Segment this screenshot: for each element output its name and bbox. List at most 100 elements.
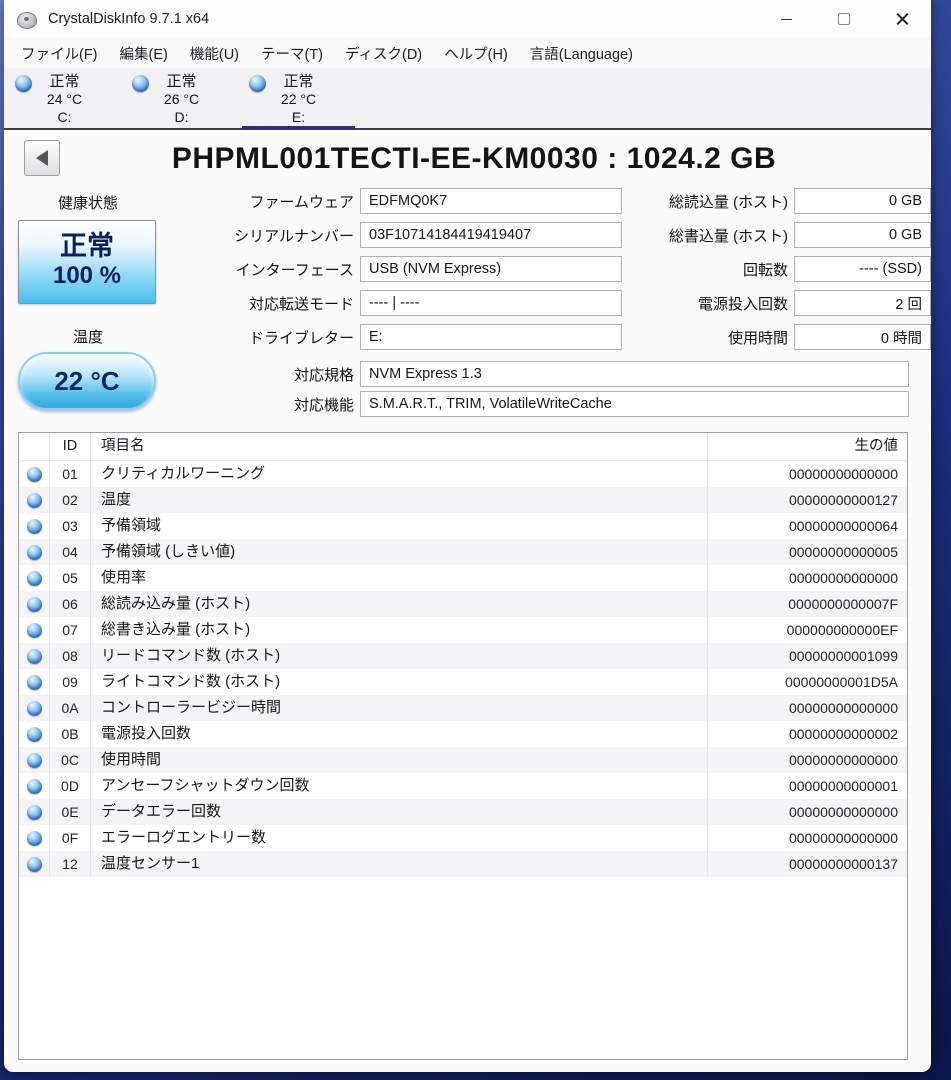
table-row[interactable]: 0B 電源投入回数 00000000000002 [19,721,907,747]
info-field: 総書込量 (ホスト) 0 GB [604,221,931,249]
status-cell [19,565,49,591]
attribute-name: 総読み込み量 (ホスト) [90,591,707,617]
attribute-raw-value: 00000000001099 [707,643,907,669]
health-orb-icon [27,493,42,508]
field-label: 回転数 [604,259,794,280]
info-field: ファームウェア EDFMQ0K7 [94,187,622,215]
id-column-header: ID [49,433,90,460]
menu-bar: ファイル(F) 編集(E) 機能(U) テーマ(T) ディスク(D) ヘルプ(H… [4,38,931,68]
attribute-raw-value: 000000000000EF [707,617,907,643]
table-row[interactable]: 06 総読み込み量 (ホスト) 0000000000007F [19,591,907,617]
attribute-name: 電源投入回数 [90,721,707,747]
status-cell [19,461,49,487]
attribute-name: 使用時間 [90,747,707,773]
attribute-name: 温度 [90,487,707,513]
close-icon [896,13,909,26]
info-field: 電源投入回数 2 回 [604,289,931,317]
attribute-raw-value: 00000000000000 [707,799,907,825]
table-row[interactable]: 01 クリティカルワーニング 00000000000000 [19,461,907,487]
maximize-button[interactable] [815,0,873,38]
attribute-name: クリティカルワーニング [90,461,707,487]
info-field: ドライブレター E: [94,323,622,351]
menu-item[interactable]: テーマ(T) [250,38,334,69]
attribute-id: 03 [49,513,90,539]
field-value: 0 時間 [794,324,931,350]
field-value: S.M.A.R.T., TRIM, VolatileWriteCache [360,391,909,417]
table-row[interactable]: 07 総書き込み量 (ホスト) 000000000000EF [19,617,907,643]
app-icon [16,8,38,30]
field-value: EDFMQ0K7 [360,188,622,214]
tab-temperature: 22 °C [240,91,357,108]
table-row[interactable]: 0F エラーログエントリー数 00000000000000 [19,825,907,851]
attribute-name: コントローラービジー時間 [90,695,707,721]
tab-drive-letter: D: [123,108,240,126]
table-row[interactable]: 0A コントローラービジー時間 00000000000000 [19,695,907,721]
status-cell [19,799,49,825]
smart-table-header: ID 項目名 生の値 [19,433,907,461]
menu-item[interactable]: ファイル(F) [10,38,109,69]
menu-item[interactable]: ディスク(D) [334,38,433,69]
tab-drive-letter: E: [240,108,357,126]
attribute-raw-value: 00000000000005 [707,539,907,565]
info-field: 対応規格 NVM Express 1.3 [94,360,909,388]
drive-tab-strip: 正常 24 °C C: 正常 26 °C D: 正常 22 °C E: [4,68,931,130]
health-orb-icon [27,805,42,820]
status-cell [19,825,49,851]
status-cell [19,721,49,747]
table-row[interactable]: 0E データエラー回数 00000000000000 [19,799,907,825]
table-row[interactable]: 08 リードコマンド数 (ホスト) 00000000001099 [19,643,907,669]
minimize-icon [781,19,792,20]
minimize-button[interactable] [757,0,815,38]
table-row[interactable]: 0D アンセーフシャットダウン回数 00000000000001 [19,773,907,799]
field-value: 0 GB [794,222,931,248]
attribute-name: アンセーフシャットダウン回数 [90,773,707,799]
status-cell [19,487,49,513]
field-value: 0 GB [794,188,931,214]
drive-detail-panel: PHPML001TECTI-EE-KM0030 : 1024.2 GB 健康状態… [4,130,931,1072]
field-value: 2 回 [794,290,931,316]
attribute-raw-value: 00000000000000 [707,565,907,591]
status-cell [19,669,49,695]
field-label: 対応機能 [94,394,360,415]
attribute-name: 予備領域 (しきい値) [90,539,707,565]
field-value: ---- (SSD) [794,256,931,282]
attribute-name: リードコマンド数 (ホスト) [90,643,707,669]
attribute-name: 使用率 [90,565,707,591]
field-label: 対応規格 [94,364,360,385]
field-value: E: [360,324,622,350]
status-cell [19,617,49,643]
table-row[interactable]: 03 予備領域 00000000000064 [19,513,907,539]
attribute-id: 0A [49,695,90,721]
attribute-id: 04 [49,539,90,565]
table-row[interactable]: 02 温度 00000000000127 [19,487,907,513]
drive-tab[interactable]: 正常 24 °C C: [6,68,123,128]
smart-table-rows: 01 クリティカルワーニング 00000000000000 02 温度 0000… [19,461,907,877]
attribute-id: 0B [49,721,90,747]
menu-item[interactable]: 言語(Language) [519,38,644,69]
smart-attribute-table: ID 項目名 生の値 01 クリティカルワーニング 00000000000000… [18,432,908,1060]
health-orb-icon [27,545,42,560]
tab-drive-letter: C: [6,108,123,126]
table-row[interactable]: 09 ライトコマンド数 (ホスト) 00000000001D5A [19,669,907,695]
menu-item[interactable]: ヘルプ(H) [433,38,519,69]
attribute-name: 総書き込み量 (ホスト) [90,617,707,643]
table-row[interactable]: 05 使用率 00000000000000 [19,565,907,591]
table-row[interactable]: 04 予備領域 (しきい値) 00000000000005 [19,539,907,565]
status-cell [19,591,49,617]
window-controls [757,0,931,38]
field-value: 03F10714184419419407 [360,222,622,248]
info-field: インターフェース USB (NVM Express) [94,255,622,283]
drive-tab[interactable]: 正常 26 °C D: [123,68,240,128]
close-button[interactable] [873,0,931,38]
back-arrow-icon [36,150,48,166]
attribute-raw-value: 0000000000007F [707,591,907,617]
table-row[interactable]: 0C 使用時間 00000000000000 [19,747,907,773]
back-button[interactable] [24,140,60,176]
menu-item[interactable]: 編集(E) [109,38,179,69]
table-row[interactable]: 12 温度センサー1 00000000000137 [19,851,907,877]
menu-item[interactable]: 機能(U) [179,38,250,69]
field-value: NVM Express 1.3 [360,361,909,387]
field-label: インターフェース [94,259,360,280]
health-orb-icon [27,571,42,586]
drive-tab[interactable]: 正常 22 °C E: [240,68,357,128]
